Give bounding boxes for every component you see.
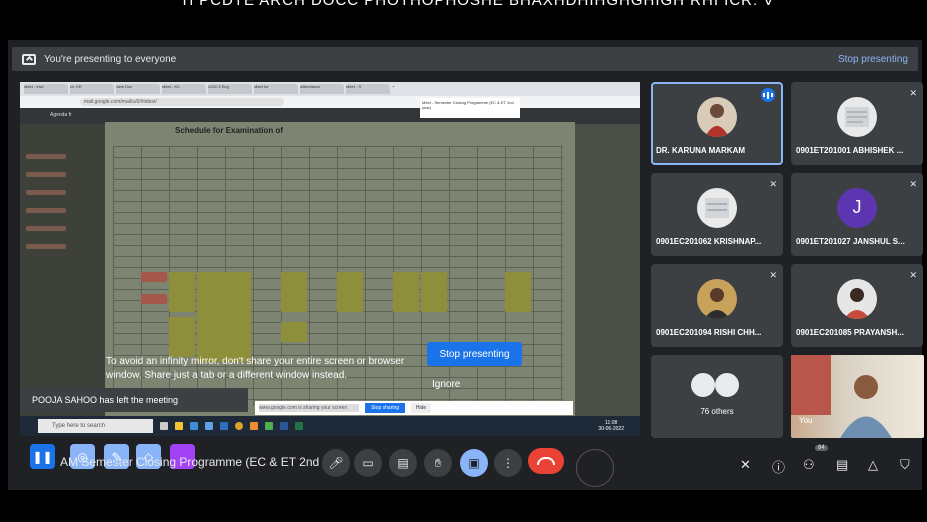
host-controls-icon[interactable]: ⛉ [900,457,910,473]
clock-date: 30-06-2022 [598,426,624,432]
participant-name: 0901EC201085 PRAYANSH... [796,328,904,337]
participant-tile[interactable]: DR. KARUNA MARKAM [651,82,783,165]
participant-tile[interactable]: ✕ 0901ET201001 ABHISHEK ... [791,82,923,165]
browser-tab[interactable]: New Doc [116,84,160,94]
new-tab-button[interactable]: + [392,84,404,94]
app-icon[interactable] [250,422,258,430]
participant-name: DR. KARUNA MARKAM [656,146,746,155]
screen-sharing-bar: www.google.com is sharing your screen St… [255,401,573,415]
browser-tab[interactable]: Meet for [254,84,298,94]
app-blue-button[interactable]: ❚❚ [30,444,55,469]
avatar [691,373,715,397]
pen-overlay-icon [576,449,614,487]
app-icon[interactable] [265,422,273,430]
browser-tab[interactable]: Meet - S [346,84,390,94]
chat-icon[interactable]: ▤ [836,457,848,473]
info-icon[interactable]: ⓘ [772,457,785,476]
ignore-button[interactable]: Ignore [432,379,460,390]
more-options-button[interactable]: ⋮ [494,449,522,477]
presenting-text: You're presenting to everyone [44,53,177,65]
sharing-url-text: www.google.com is sharing your screen [259,404,359,412]
browser-tab[interactable]: Attendance [300,84,344,94]
chrome-icon[interactable] [235,422,243,430]
speaking-indicator-icon [761,88,775,102]
participant-tile[interactable]: ✕ 0901EC201085 PRAYANSH... [791,264,923,347]
taskbar-search[interactable]: Type here to search [38,419,153,433]
excel-icon[interactable] [295,422,303,430]
hide-sharing-button[interactable]: Hide [411,403,431,413]
hang-up-button[interactable] [528,448,564,474]
participant-name: 0901ET201001 ABHISHEK ... [796,146,904,155]
word-icon[interactable] [280,422,288,430]
browser-tab-strip: Meet - invit Dr. KR New Doc Meet - KC 20… [20,82,640,96]
participant-tile[interactable]: ✕ J 0901ET201027 JANSHUL S... [791,173,923,256]
mic-off-icon: ✕ [909,179,917,189]
cropped-caption: Ti PCDTE ARCH DOCC PHOTHOPHOSHE BHAXHDHI… [180,0,775,9]
present-screen-icon [22,53,36,65]
mic-off-icon: ✕ [769,179,777,189]
stop-sharing-button[interactable]: Stop sharing [365,403,405,413]
browser-tab[interactable]: Meet - KC [162,84,206,94]
avatar [715,373,739,397]
pdf-title: Agenda fr [50,112,72,118]
edge-icon[interactable] [190,422,198,430]
participant-name: 0901EC201062 KRISHNAP... [656,237,762,246]
participant-name: 0901EC201094 RISHI CHH... [656,328,762,337]
document-heading: Schedule for Examination of [175,126,284,135]
raise-hand-button[interactable]: ✋︎ [424,449,452,477]
task-view-icon[interactable] [160,422,168,430]
explorer-icon[interactable] [175,422,183,430]
browser-tab[interactable]: Dr. KR [70,84,114,94]
avatar [697,187,737,228]
infinity-mirror-warning: To avoid an infinity mirror, don't share… [106,356,405,381]
store-icon[interactable] [205,422,213,430]
self-video-tile[interactable]: You [791,355,924,438]
mute-all-icon[interactable]: ✕ [740,457,751,473]
mic-off-icon: ✕ [909,270,917,280]
tab-tooltip: Meet - Semester Closing Programme (EC & … [420,98,520,118]
activities-icon[interactable]: △ [868,457,878,473]
mic-off-icon: ✕ [769,270,777,280]
camera-button[interactable]: ▭ [354,449,382,477]
video-top-letterbox: Ti PCDTE ARCH DOCC PHOTHOPHOSHE BHAXHDHI… [0,0,927,34]
browser-tab[interactable]: 2022-3 Eng [208,84,252,94]
windows-taskbar: Type here to search 11:08 30-06-2022 [20,416,640,436]
avatar [697,278,737,319]
avatar [837,278,877,319]
microphone-button[interactable]: 🎤︎ [322,449,350,477]
participant-tile[interactable]: ✕ 0901EC201094 RISHI CHH... [651,264,783,347]
pdf-sidebar [20,124,105,424]
taskbar-clock: 11:08 30-06-2022 [598,420,624,432]
participant-tile[interactable]: ✕ 0901EC201062 KRISHNAP... [651,173,783,256]
mic-off-icon: ✕ [909,88,917,98]
stop-presenting-link[interactable]: Stop presenting [838,54,908,65]
browser-tab[interactable]: Meet - invit [24,84,68,94]
others-tile[interactable]: 76 others [651,355,783,438]
present-button[interactable]: ▣ [460,449,488,477]
self-label: You [799,416,813,425]
presenting-banner: You're presenting to everyone Stop prese… [12,47,918,71]
address-bar: mail.google.com/mail/u/0/#inbox/ [20,96,640,108]
mail-icon[interactable] [220,422,228,430]
stop-presenting-button[interactable]: Stop presenting [427,342,522,366]
participant-left-toast: POOJA SAHOO has left the meeting [22,388,248,412]
others-count: 76 others [700,407,734,416]
people-icon[interactable]: ⚇ [803,457,815,473]
meeting-title: AM Semester Closing Programme (EC & ET 2… [60,455,350,469]
captions-button[interactable]: ▤ [389,449,417,477]
avatar [837,96,877,137]
url-field[interactable]: mail.google.com/mail/u/0/#inbox/ [80,98,284,106]
avatar: J [837,187,877,228]
people-count-badge: 84 [815,445,828,451]
avatar [697,96,737,137]
participant-name: 0901ET201027 JANSHUL S... [796,237,905,246]
